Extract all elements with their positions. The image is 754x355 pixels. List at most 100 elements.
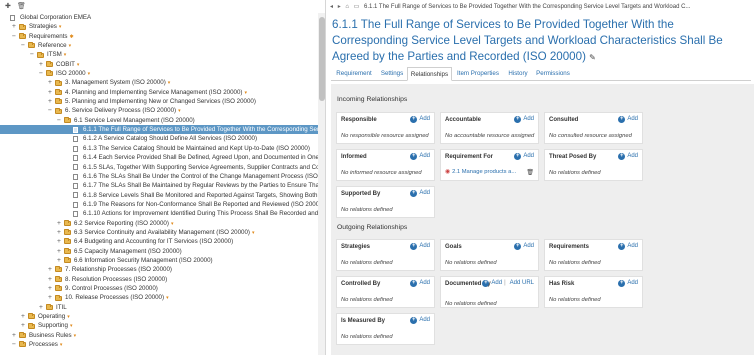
tree-item-label[interactable]: 4. Planning and Implementing Service Man… (65, 88, 247, 97)
tree-item[interactable]: 6.1.10 Actions for Improvement Identifie… (0, 209, 318, 218)
dropdown-caret-icon[interactable]: ▾ (166, 295, 169, 301)
tree-item-label[interactable]: Reference ▾ (38, 41, 71, 50)
tab-requirement[interactable]: Requirement (331, 67, 377, 81)
tree-item-label[interactable]: 9. Control Processes (ISO 20000) (65, 284, 158, 293)
tree-item[interactable]: − ITSM ▾ (0, 50, 318, 59)
dropdown-caret-icon[interactable]: ▾ (64, 52, 67, 58)
add-button[interactable]: + Add (514, 153, 534, 160)
collapse-icon[interactable]: − (56, 116, 62, 125)
tree-item-label[interactable]: 6. Service Delivery Process (ISO 20000) ▾ (65, 106, 181, 115)
tree-item-label[interactable]: 6.1 Service Level Management (ISO 20000) (74, 116, 195, 125)
forward-icon[interactable]: ▸ (338, 2, 341, 12)
expand-icon[interactable]: + (47, 293, 53, 302)
dropdown-caret-icon[interactable]: ▾ (178, 108, 181, 114)
add-button[interactable]: + Add (410, 116, 430, 123)
tree-item-label[interactable]: 5. Planning and Implementing New or Chan… (65, 97, 256, 106)
tab-history[interactable]: History (504, 67, 532, 81)
tree-item[interactable]: +5. Planning and Implementing New or Cha… (0, 97, 318, 106)
tree-item-label[interactable]: 6.1.3 The Service Catalog Should be Main… (83, 144, 310, 153)
tree-item[interactable]: + ITIL (0, 303, 318, 312)
add-button[interactable]: + Add (410, 317, 430, 324)
tree-item[interactable]: − ISO 20000 ▾ (0, 69, 318, 78)
dropdown-caret-icon[interactable]: ▾ (168, 80, 171, 86)
expand-icon[interactable]: + (56, 256, 62, 265)
collapse-icon[interactable]: − (11, 340, 17, 349)
related-item-link[interactable]: ◉ 2.1 Manage products a... (445, 169, 516, 175)
collapse-icon[interactable]: − (11, 32, 17, 41)
tree-item[interactable]: + COBIT ▾ (0, 60, 318, 69)
tree-item[interactable]: − 6.1 Service Level Management (ISO 20000… (0, 116, 318, 125)
tree-item[interactable]: 6.1.4 Each Service Provided Shall Be Def… (0, 153, 318, 162)
pencil-icon[interactable]: ✎ (589, 53, 596, 62)
dropdown-caret-icon[interactable]: ▾ (60, 342, 63, 348)
add-url-link[interactable]: Add URL (510, 280, 534, 286)
add-button[interactable]: + Add (514, 116, 534, 123)
collapse-icon[interactable]: − (29, 50, 35, 59)
expand-icon[interactable]: + (56, 247, 62, 256)
tree-item[interactable]: +6.2 Service Reporting (ISO 20000) ▾ (0, 219, 318, 228)
expand-icon[interactable]: + (56, 219, 62, 228)
tree-item-label[interactable]: ITSM ▾ (47, 50, 66, 59)
dropdown-caret-icon[interactable]: ▾ (59, 24, 62, 30)
tree-item[interactable]: 6.1.1 The Full Range of Services to Be P… (0, 125, 318, 135)
add-button[interactable]: + Add (410, 190, 430, 197)
tree-item[interactable]: +10. Release Processes (ISO 20000) ▾ (0, 293, 318, 302)
tree-item[interactable]: +6.5 Capacity Management (ISO 20000) (0, 247, 318, 256)
expand-icon[interactable]: + (56, 228, 62, 237)
tree-item-label[interactable]: Global Corporation EMEA (20, 13, 91, 22)
tree-item[interactable]: Global Corporation EMEA (0, 13, 318, 22)
tree-item-label[interactable]: Processes ▾ (29, 340, 62, 349)
tree-item-label[interactable]: Requirements ✱ (29, 32, 74, 41)
tree-item-label[interactable]: 6.2 Service Reporting (ISO 20000) ▾ (74, 219, 173, 228)
tree-item[interactable]: 6.1.9 The Reasons for Non-Conformance Sh… (0, 200, 318, 209)
tree-item[interactable]: − Requirements ✱ (0, 32, 318, 41)
add-button[interactable]: + Add (618, 280, 638, 287)
tab-settings[interactable]: Settings (377, 67, 407, 81)
collapse-icon[interactable]: − (47, 106, 53, 115)
add-button[interactable]: + Add (410, 280, 430, 287)
tree-item-label[interactable]: Supporting ▾ (38, 321, 72, 330)
tree-item[interactable]: +6.4 Budgeting and Accounting for IT Ser… (0, 237, 318, 246)
tab-item-properties[interactable]: Item Properties (452, 67, 504, 81)
trash-icon[interactable]: 🗑 (526, 169, 534, 176)
expand-icon[interactable]: + (11, 331, 17, 340)
tree-item-label[interactable]: Operating ▾ (38, 312, 70, 321)
expand-icon[interactable]: + (47, 284, 53, 293)
add-button[interactable]: + Add | Add URL (482, 280, 534, 287)
tree-item-label[interactable]: 3. Management System (ISO 20000) ▾ (65, 78, 170, 87)
tree-item-label[interactable]: ITIL (56, 303, 67, 312)
tree-item-label[interactable]: 6.5 Capacity Management (ISO 20000) (74, 247, 182, 256)
back-icon[interactable]: ◂ (330, 2, 333, 12)
expand-icon[interactable]: + (47, 275, 53, 284)
collapse-icon[interactable]: − (38, 69, 44, 78)
expand-icon[interactable]: + (20, 321, 26, 330)
expand-icon[interactable]: + (56, 237, 62, 246)
tree-item[interactable]: +4. Planning and Implementing Service Ma… (0, 88, 318, 97)
scrollbar-thumb[interactable] (319, 17, 325, 101)
expand-icon[interactable]: + (38, 303, 44, 312)
add-button[interactable]: + Add (410, 243, 430, 250)
expand-icon[interactable]: + (20, 312, 26, 321)
tree-item-label[interactable]: 6.1.1 The Full Range of Services to Be P… (83, 125, 318, 134)
dropdown-caret-icon[interactable]: ▾ (88, 71, 91, 77)
tree-item[interactable]: 6.1.8 Service Levels Shall Be Monitored … (0, 191, 318, 200)
home-icon[interactable]: ⌂ (345, 2, 349, 12)
plus-icon[interactable]: ✚ (5, 2, 11, 10)
collapse-icon[interactable]: − (20, 41, 26, 50)
dropdown-caret-icon[interactable]: ▾ (67, 314, 70, 320)
tree-item[interactable]: 6.1.5 SLAs, Together With Supporting Ser… (0, 163, 318, 172)
tree-item-label[interactable]: 6.1.8 Service Levels Shall Be Monitored … (83, 191, 318, 200)
add-button[interactable]: + Add (618, 243, 638, 250)
tree-item-label[interactable]: 6.6 Information Security Management (ISO… (74, 256, 213, 265)
eye-icon[interactable]: ◉ (445, 169, 450, 175)
dropdown-caret-icon[interactable]: ▾ (171, 221, 174, 227)
tree-item-label[interactable]: 6.1.10 Actions for Improvement Identifie… (83, 209, 318, 218)
tree-item[interactable]: + Supporting ▾ (0, 321, 318, 330)
dropdown-caret-icon[interactable]: ▾ (69, 43, 72, 49)
dropdown-caret-icon[interactable]: ▾ (70, 323, 73, 329)
add-button[interactable]: + Add (514, 243, 534, 250)
tree-item[interactable]: 6.1.6 The SLAs Shall Be Under the Contro… (0, 172, 318, 181)
expand-icon[interactable]: + (38, 60, 44, 69)
tree-item-label[interactable]: 6.1.2 A Service Catalog Should Define Al… (83, 134, 257, 143)
tree-item-label[interactable]: 6.1.9 The Reasons for Non-Conformance Sh… (83, 200, 318, 209)
